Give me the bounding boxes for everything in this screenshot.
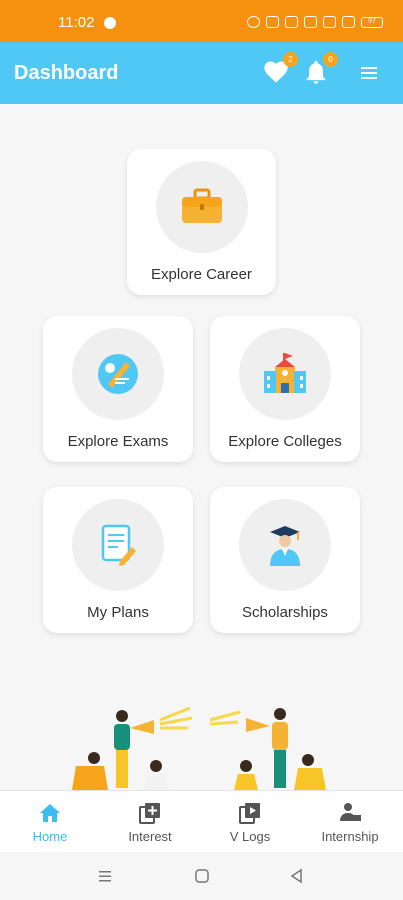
career-icon-circle: [155, 161, 248, 253]
explore-colleges-label: Explore Colleges: [228, 433, 342, 450]
scholarships-label: Scholarships: [242, 604, 328, 621]
signal-icon: [342, 16, 355, 28]
status-bar: 11:02 97: [0, 0, 403, 42]
nav-label-interest: Interest: [128, 829, 172, 844]
person-laptop-icon: [340, 803, 361, 821]
system-navigation-bar: [0, 852, 403, 900]
explore-exams-label: Explore Exams: [67, 433, 169, 450]
plan-document-icon: [101, 524, 136, 566]
battery-icon: 97: [361, 16, 383, 28]
status-icons: 97: [247, 16, 383, 28]
nav-item-home[interactable]: Home: [0, 791, 100, 853]
nav-item-internship[interactable]: Internship: [300, 791, 400, 853]
my-plans-label: My Plans: [87, 604, 149, 621]
explore-career-card[interactable]: Explore Career: [127, 149, 276, 295]
people-illustration: [60, 700, 340, 790]
alarm-icon: [247, 16, 260, 28]
wifi-icon: [304, 16, 317, 28]
recents-icon[interactable]: [97, 868, 113, 884]
add-box-icon: [139, 803, 160, 824]
home-button-icon[interactable]: [194, 868, 210, 884]
menu-button[interactable]: [358, 64, 388, 94]
vibrate-icon: [266, 16, 279, 28]
college-building-icon: [264, 353, 306, 393]
home-icon: [40, 804, 60, 822]
notifications-count-badge: 0: [323, 52, 338, 67]
nav-label-vlogs: V Logs: [229, 829, 271, 844]
explore-colleges-card[interactable]: Explore Colleges: [210, 316, 360, 462]
favorites-button[interactable]: 2: [262, 52, 298, 88]
scholarships-icon-circle: [239, 499, 331, 591]
exam-pen-icon: [98, 354, 138, 394]
exams-icon-circle: [72, 328, 164, 420]
page-title: Dashboard: [14, 62, 119, 84]
notifications-button[interactable]: 0: [302, 52, 338, 88]
plans-icon-circle: [72, 499, 164, 591]
hamburger-icon: [361, 67, 377, 79]
status-time: 11:02: [58, 14, 95, 31]
nav-item-interest[interactable]: Interest: [100, 791, 200, 853]
app-bar: Dashboard 2 0: [0, 42, 403, 104]
nav-label-internship: Internship: [321, 829, 379, 844]
app-notification-icon: [104, 17, 116, 29]
nav-item-vlogs[interactable]: V Logs: [200, 791, 300, 853]
volte-icon: [323, 16, 336, 28]
back-icon[interactable]: [289, 868, 305, 884]
my-plans-card[interactable]: My Plans: [43, 487, 193, 633]
video-library-icon: [239, 803, 260, 824]
hd-icon: [285, 16, 298, 28]
explore-exams-card[interactable]: Explore Exams: [43, 316, 193, 462]
colleges-icon-circle: [239, 328, 331, 420]
scholarships-card[interactable]: Scholarships: [210, 487, 360, 633]
briefcase-icon: [181, 188, 222, 223]
nav-label-home: Home: [32, 829, 68, 844]
graduate-icon: [270, 526, 300, 566]
favorites-count-badge: 2: [283, 52, 298, 67]
explore-career-label: Explore Career: [151, 266, 252, 283]
bottom-navigation: Home Interest V Logs Internship: [0, 790, 403, 852]
